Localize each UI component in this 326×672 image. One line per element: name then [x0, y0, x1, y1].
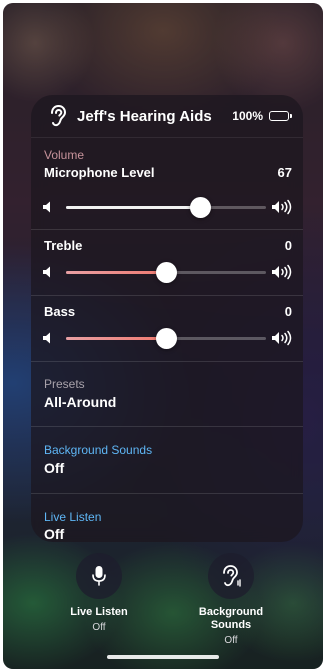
- microphone-level-value: 67: [277, 165, 292, 180]
- slider-fill: [66, 337, 166, 340]
- microphone-icon: [92, 566, 106, 586]
- ear-wave-icon: [223, 565, 241, 587]
- live-listen-row[interactable]: Live Listen Off: [31, 494, 303, 542]
- slider-track: [66, 328, 266, 349]
- microphone-level-section: Volume Microphone Level 67: [31, 137, 303, 229]
- slider-track: [66, 197, 266, 218]
- background-sounds-label: Background Sounds: [44, 443, 153, 457]
- bass-section: Bass 0: [31, 296, 303, 361]
- presets-row[interactable]: Presets All-Around: [31, 362, 303, 426]
- slider-fill: [66, 271, 166, 274]
- live-listen-label: Live Listen: [44, 510, 102, 524]
- treble-section: Treble 0: [31, 230, 303, 295]
- treble-value: 0: [284, 238, 292, 253]
- battery-icon: [269, 111, 292, 121]
- device-name: Jeff's Hearing Aids: [77, 107, 212, 125]
- microphone-level-title: Microphone Level: [44, 165, 155, 180]
- speaker-low-icon: [43, 332, 50, 344]
- treble-title: Treble: [44, 238, 83, 253]
- home-indicator[interactable]: [107, 655, 219, 659]
- bass-title: Bass: [44, 304, 76, 319]
- background-sounds-value: Off: [44, 460, 65, 476]
- speaker-high-icon: [272, 330, 292, 346]
- ear-icon: [47, 104, 69, 128]
- presets-label: Presets: [44, 377, 85, 391]
- slider-thumb[interactable]: [190, 197, 211, 218]
- bass-slider[interactable]: [41, 327, 293, 349]
- treble-slider[interactable]: [41, 261, 293, 283]
- live-listen-button-status: Off: [92, 622, 106, 633]
- battery-percentage: 100%: [232, 109, 263, 123]
- background-sounds-button-label: Background Sounds: [198, 606, 264, 631]
- panel-header: Jeff's Hearing Aids 100%: [31, 95, 303, 138]
- live-listen-value: Off: [44, 526, 65, 542]
- slider-thumb[interactable]: [156, 262, 177, 283]
- live-listen-button[interactable]: [76, 553, 122, 599]
- background-sounds-button[interactable]: [208, 553, 254, 599]
- hearing-aids-panel: Jeff's Hearing Aids 100% Volume Micropho…: [31, 95, 303, 542]
- slider-track: [66, 262, 266, 283]
- slider-thumb[interactable]: [156, 328, 177, 349]
- bass-value: 0: [284, 304, 292, 319]
- slider-fill: [66, 206, 200, 209]
- background-sounds-row[interactable]: Background Sounds Off: [31, 427, 303, 493]
- background-sounds-button-status: Off: [224, 635, 238, 646]
- speaker-low-icon: [43, 201, 50, 213]
- speaker-high-icon: [272, 199, 292, 215]
- presets-value: All-Around: [44, 394, 117, 410]
- screen-background: Jeff's Hearing Aids 100% Volume Micropho…: [3, 3, 323, 669]
- volume-category-label: Volume: [44, 148, 85, 162]
- microphone-level-slider[interactable]: [41, 196, 293, 218]
- speaker-high-icon: [272, 264, 292, 280]
- live-listen-button-label: Live Listen: [70, 606, 128, 618]
- speaker-low-icon: [43, 266, 50, 278]
